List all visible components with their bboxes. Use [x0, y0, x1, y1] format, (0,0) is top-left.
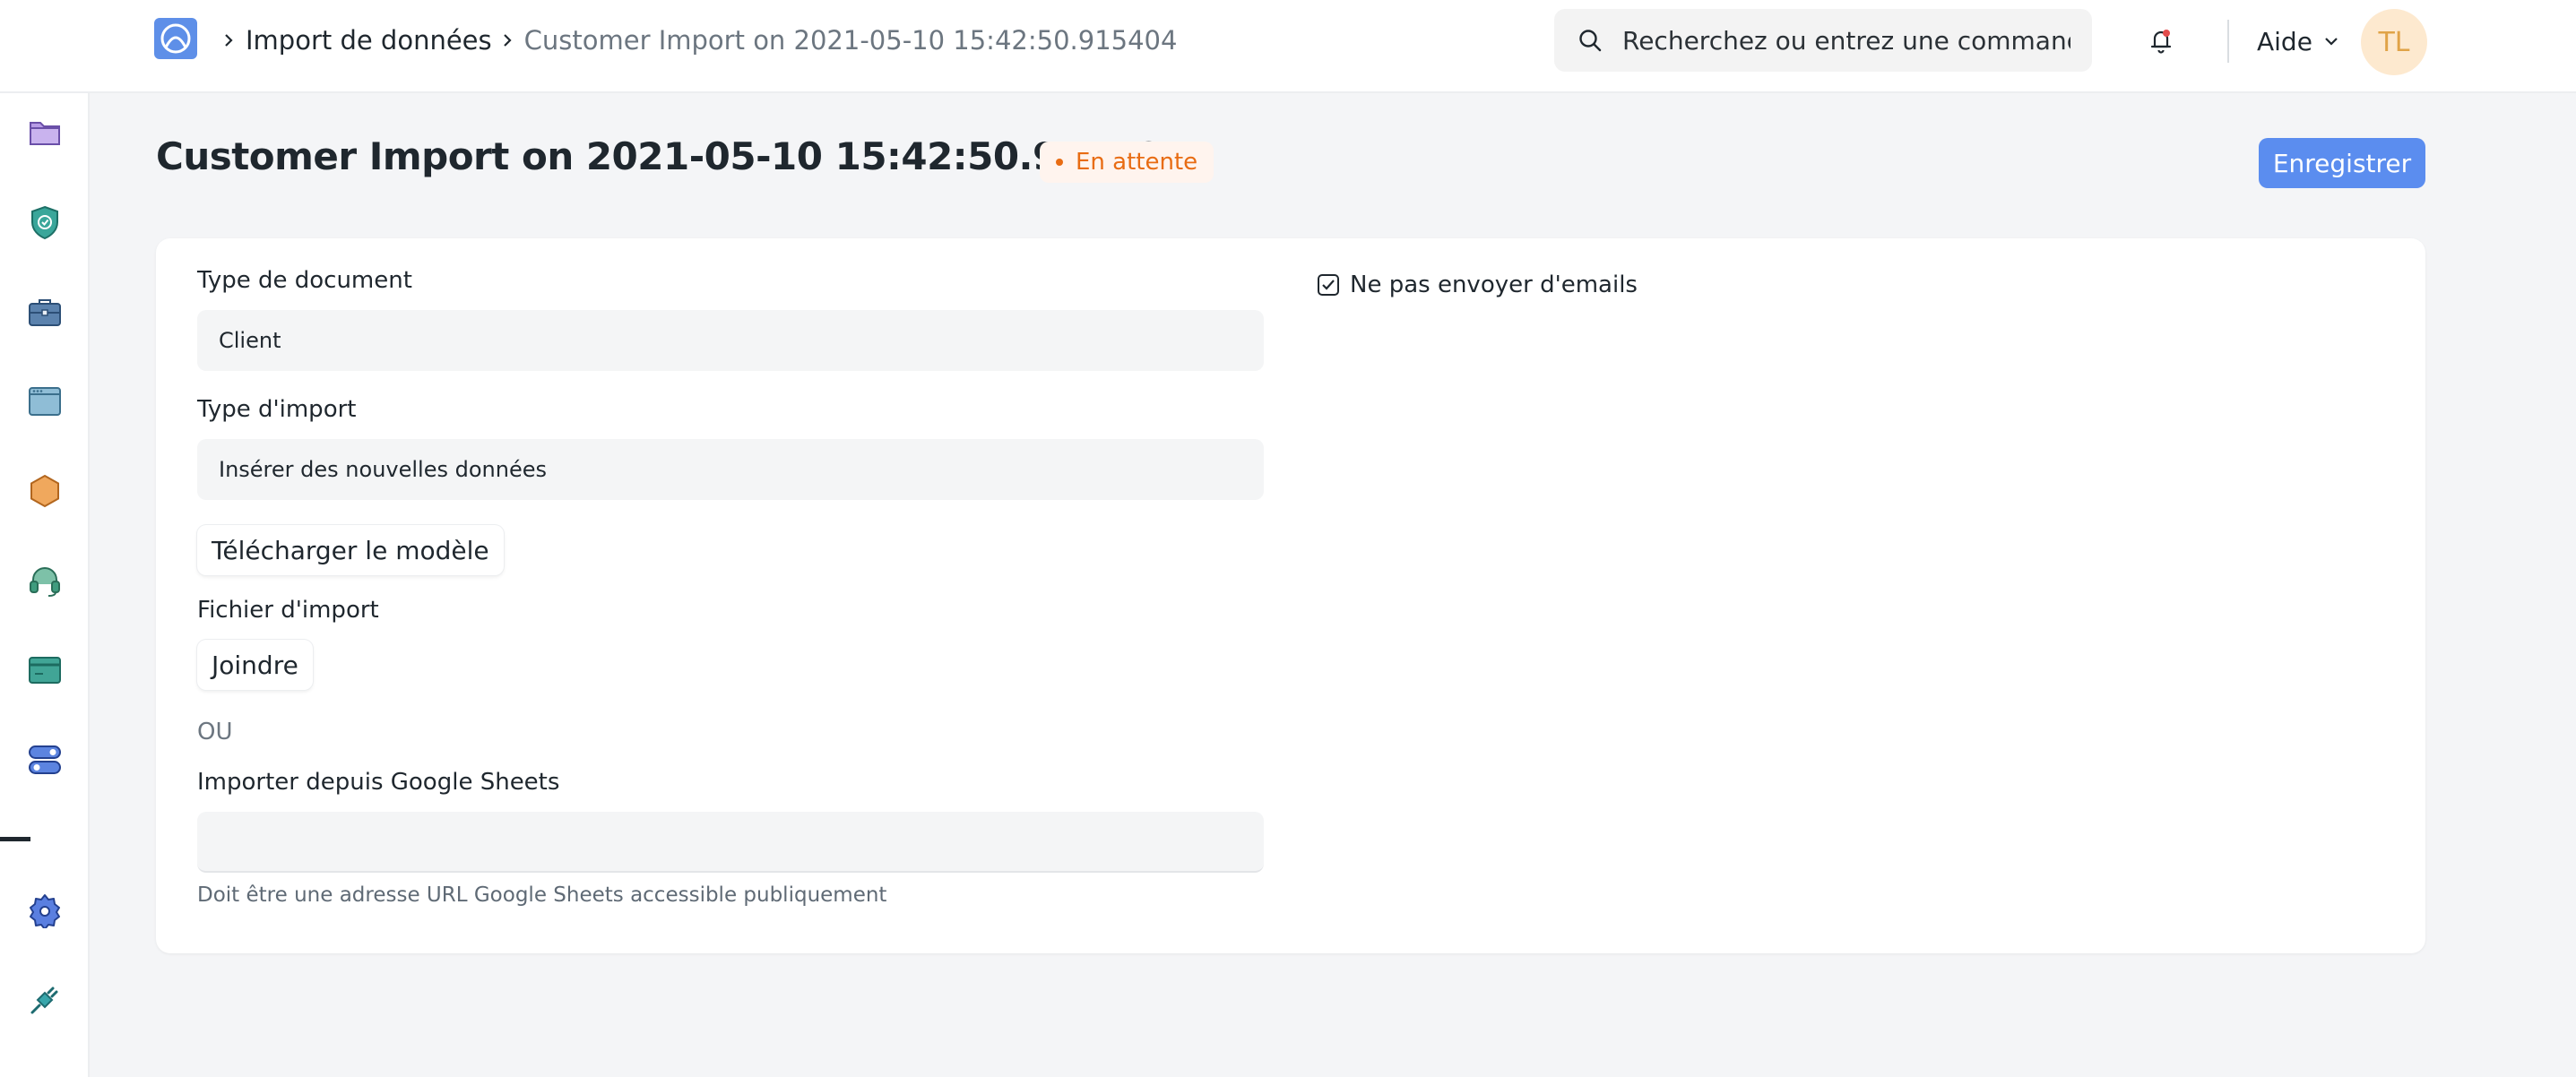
doctype-field[interactable]: Client: [197, 310, 1264, 371]
browser-window-icon[interactable]: [25, 382, 65, 421]
search-bar[interactable]: [1554, 9, 2092, 72]
status-badge: En attente: [1040, 142, 1215, 183]
help-dropdown[interactable]: Aide: [2257, 23, 2339, 59]
doctype-label: Type de document: [197, 267, 412, 294]
form-card: Type de document Client Type d'import In…: [156, 238, 2425, 953]
sidebar-divider: [0, 837, 30, 841]
search-input[interactable]: [1622, 25, 2070, 56]
help-label: Aide: [2257, 26, 2312, 56]
status-dot-icon: [1056, 159, 1063, 166]
search-icon: [1579, 30, 1602, 52]
shield-check-icon[interactable]: [25, 202, 65, 242]
or-separator: OU: [197, 719, 233, 745]
card-icon[interactable]: [25, 651, 65, 690]
navbar-divider: [2227, 20, 2229, 63]
toggle-icon[interactable]: [25, 740, 65, 780]
checkmark-icon: [1322, 280, 1335, 290]
no-email-checkbox[interactable]: [1318, 274, 1339, 296]
headset-icon[interactable]: [25, 561, 65, 600]
google-sheets-url-input[interactable]: [197, 812, 1264, 873]
google-sheets-help-text: Doit être une adresse URL Google Sheets …: [197, 883, 887, 907]
chevron-down-icon: [2325, 38, 2338, 46]
breadcrumb: Import de données Customer Import on 202…: [219, 22, 1177, 59]
chevron-right-icon: [501, 31, 514, 49]
notifications-bell-icon[interactable]: [2148, 25, 2174, 56]
breadcrumb-item-current[interactable]: Customer Import on 2021-05-10 15:42:50.9…: [524, 25, 1178, 56]
app-logo-icon[interactable]: [154, 18, 197, 59]
hexagon-icon[interactable]: [25, 471, 65, 511]
save-button[interactable]: Enregistrer: [2259, 138, 2425, 188]
gear-icon[interactable]: [25, 891, 65, 930]
navbar: Import de données Customer Import on 202…: [0, 0, 2576, 93]
folder-icon[interactable]: [25, 113, 65, 152]
briefcase-icon[interactable]: [25, 292, 65, 332]
import-file-label: Fichier d'import: [197, 597, 379, 624]
page-title: Customer Import on 2021-05-10 15:42:50.9…: [156, 134, 1188, 178]
avatar[interactable]: TL: [2361, 9, 2427, 75]
no-email-checkbox-row[interactable]: Ne pas envoyer d'emails: [1318, 269, 1638, 301]
chevron-right-icon: [222, 31, 235, 49]
breadcrumb-item-data-import[interactable]: Import de données: [246, 25, 492, 56]
import-type-label: Type d'import: [197, 396, 357, 423]
download-template-button[interactable]: Télécharger le modèle: [197, 525, 504, 575]
sidebar: [0, 93, 90, 1077]
attach-button[interactable]: Joindre: [197, 640, 313, 690]
status-label: En attente: [1076, 149, 1198, 176]
no-email-label: Ne pas envoyer d'emails: [1350, 271, 1638, 298]
plug-icon[interactable]: [25, 980, 65, 1020]
import-type-field[interactable]: Insérer des nouvelles données: [197, 439, 1264, 500]
google-sheets-label: Importer depuis Google Sheets: [197, 769, 560, 796]
